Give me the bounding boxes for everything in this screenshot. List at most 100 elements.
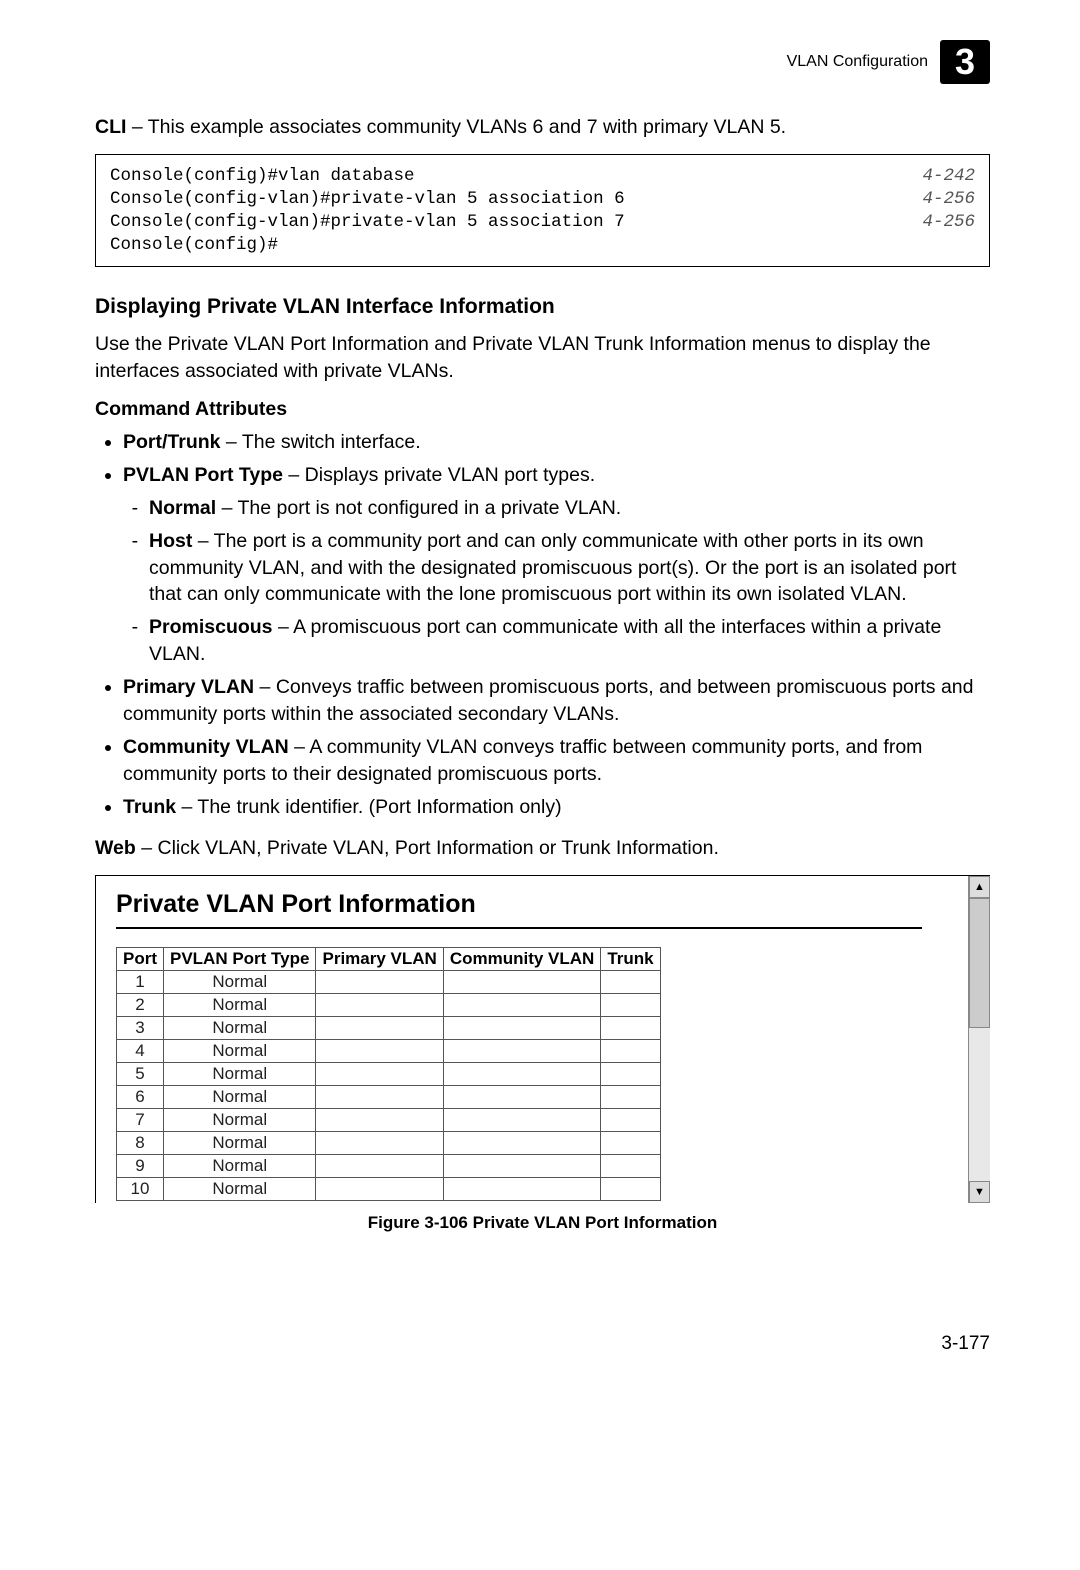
attr-label: Trunk: [123, 796, 176, 818]
attr-label: PVLAN Port Type: [123, 464, 283, 486]
web-label: Web: [95, 837, 136, 859]
table-cell: [316, 1063, 443, 1086]
col-port: Port: [117, 948, 164, 971]
section-paragraph: Use the Private VLAN Port Information an…: [95, 331, 990, 384]
table-cell: [443, 1155, 601, 1178]
table-cell: Normal: [164, 1086, 316, 1109]
table-cell: Normal: [164, 1040, 316, 1063]
table-cell: [316, 1040, 443, 1063]
attr-text: – Displays private VLAN port types.: [283, 464, 595, 486]
table-cell: 4: [117, 1040, 164, 1063]
table-cell: 7: [117, 1109, 164, 1132]
table-cell: 6: [117, 1086, 164, 1109]
list-item: PVLAN Port Type – Displays private VLAN …: [123, 462, 990, 668]
col-community-vlan: Community VLAN: [443, 948, 601, 971]
table-cell: [601, 1155, 660, 1178]
table-cell: [316, 1132, 443, 1155]
console-ref: 4-242: [922, 165, 975, 188]
figure-caption: Figure 3-106 Private VLAN Port Informati…: [95, 1213, 990, 1233]
list-item: Primary VLAN – Conveys traffic between p…: [123, 674, 990, 728]
table-row: 7Normal: [117, 1109, 661, 1132]
table-cell: Normal: [164, 1063, 316, 1086]
chapter-badge: 3: [940, 40, 990, 84]
table-cell: [443, 1086, 601, 1109]
scroll-thumb[interactable]: [969, 898, 990, 1028]
vertical-scrollbar[interactable]: ▲ ▼: [968, 876, 990, 1203]
table-cell: [601, 1063, 660, 1086]
table-cell: [443, 1132, 601, 1155]
web-text: – Click VLAN, Private VLAN, Port Informa…: [136, 837, 719, 859]
table-row: 10Normal: [117, 1178, 661, 1201]
table-cell: [443, 1017, 601, 1040]
console-cmd: Console(config)#vlan database: [110, 165, 415, 188]
list-item: Promiscuous – A promiscuous port can com…: [149, 614, 990, 668]
chevron-down-icon: ▼: [974, 1186, 985, 1198]
scroll-down-button[interactable]: ▼: [969, 1181, 990, 1203]
table-cell: 2: [117, 994, 164, 1017]
table-row: 5Normal: [117, 1063, 661, 1086]
attr-label: Normal: [149, 497, 216, 519]
attr-text: – The port is a community port and can o…: [149, 530, 956, 606]
col-primary-vlan: Primary VLAN: [316, 948, 443, 971]
scroll-track[interactable]: [969, 898, 990, 1181]
attr-label: Primary VLAN: [123, 676, 254, 698]
table-cell: [443, 994, 601, 1017]
attr-label: Promiscuous: [149, 616, 273, 638]
table-cell: [601, 1178, 660, 1201]
table-cell: [601, 994, 660, 1017]
table-cell: Normal: [164, 971, 316, 994]
list-item: Community VLAN – A community VLAN convey…: [123, 734, 990, 788]
table-cell: [316, 1155, 443, 1178]
table-row: 9Normal: [117, 1155, 661, 1178]
chevron-up-icon: ▲: [974, 881, 985, 893]
table-cell: [316, 971, 443, 994]
col-trunk: Trunk: [601, 948, 660, 971]
web-paragraph: Web – Click VLAN, Private VLAN, Port Inf…: [95, 835, 990, 861]
attr-text: – The port is not configured in a privat…: [216, 497, 621, 519]
sub-list: Normal – The port is not configured in a…: [123, 495, 990, 668]
table-cell: Normal: [164, 1132, 316, 1155]
table-cell: [443, 1063, 601, 1086]
table-cell: [601, 1086, 660, 1109]
console-block: Console(config)#vlan database 4-242 Cons…: [95, 154, 990, 267]
table-cell: [316, 1017, 443, 1040]
console-line: Console(config)#: [110, 234, 975, 257]
table-cell: 9: [117, 1155, 164, 1178]
scroll-up-button[interactable]: ▲: [969, 876, 990, 898]
pvlan-table: Port PVLAN Port Type Primary VLAN Commun…: [116, 947, 661, 1201]
table-cell: [601, 1109, 660, 1132]
attr-label: Port/Trunk: [123, 431, 221, 453]
table-cell: [316, 1109, 443, 1132]
table-cell: [601, 1040, 660, 1063]
console-ref: 4-256: [922, 211, 975, 234]
header-section-title: VLAN Configuration: [787, 53, 928, 71]
attr-label: Community VLAN: [123, 736, 289, 758]
table-row: 1Normal: [117, 971, 661, 994]
table-cell: 10: [117, 1178, 164, 1201]
table-cell: 1: [117, 971, 164, 994]
table-cell: Normal: [164, 1178, 316, 1201]
console-cmd: Console(config-vlan)#private-vlan 5 asso…: [110, 211, 625, 234]
table-cell: [601, 1017, 660, 1040]
cli-intro-text: – This example associates community VLAN…: [126, 116, 786, 138]
table-cell: Normal: [164, 1155, 316, 1178]
table-cell: [316, 1086, 443, 1109]
screenshot-divider: [116, 927, 922, 929]
table-cell: [443, 1040, 601, 1063]
table-row: 6Normal: [117, 1086, 661, 1109]
console-ref: 4-256: [922, 188, 975, 211]
table-cell: 8: [117, 1132, 164, 1155]
chapter-number: 3: [955, 41, 975, 83]
list-item: Port/Trunk – The switch interface.: [123, 429, 990, 456]
table-cell: [601, 971, 660, 994]
table-cell: Normal: [164, 1109, 316, 1132]
screenshot-content: Private VLAN Port Information Port PVLAN…: [96, 876, 968, 1203]
table-cell: [443, 1109, 601, 1132]
attributes-list: Port/Trunk – The switch interface. PVLAN…: [95, 429, 990, 821]
list-item: Normal – The port is not configured in a…: [149, 495, 990, 522]
page-header: VLAN Configuration 3: [95, 40, 990, 84]
table-row: 8Normal: [117, 1132, 661, 1155]
table-cell: [316, 994, 443, 1017]
attr-text: – The trunk identifier. (Port Informatio…: [176, 796, 562, 818]
table-cell: [316, 1178, 443, 1201]
